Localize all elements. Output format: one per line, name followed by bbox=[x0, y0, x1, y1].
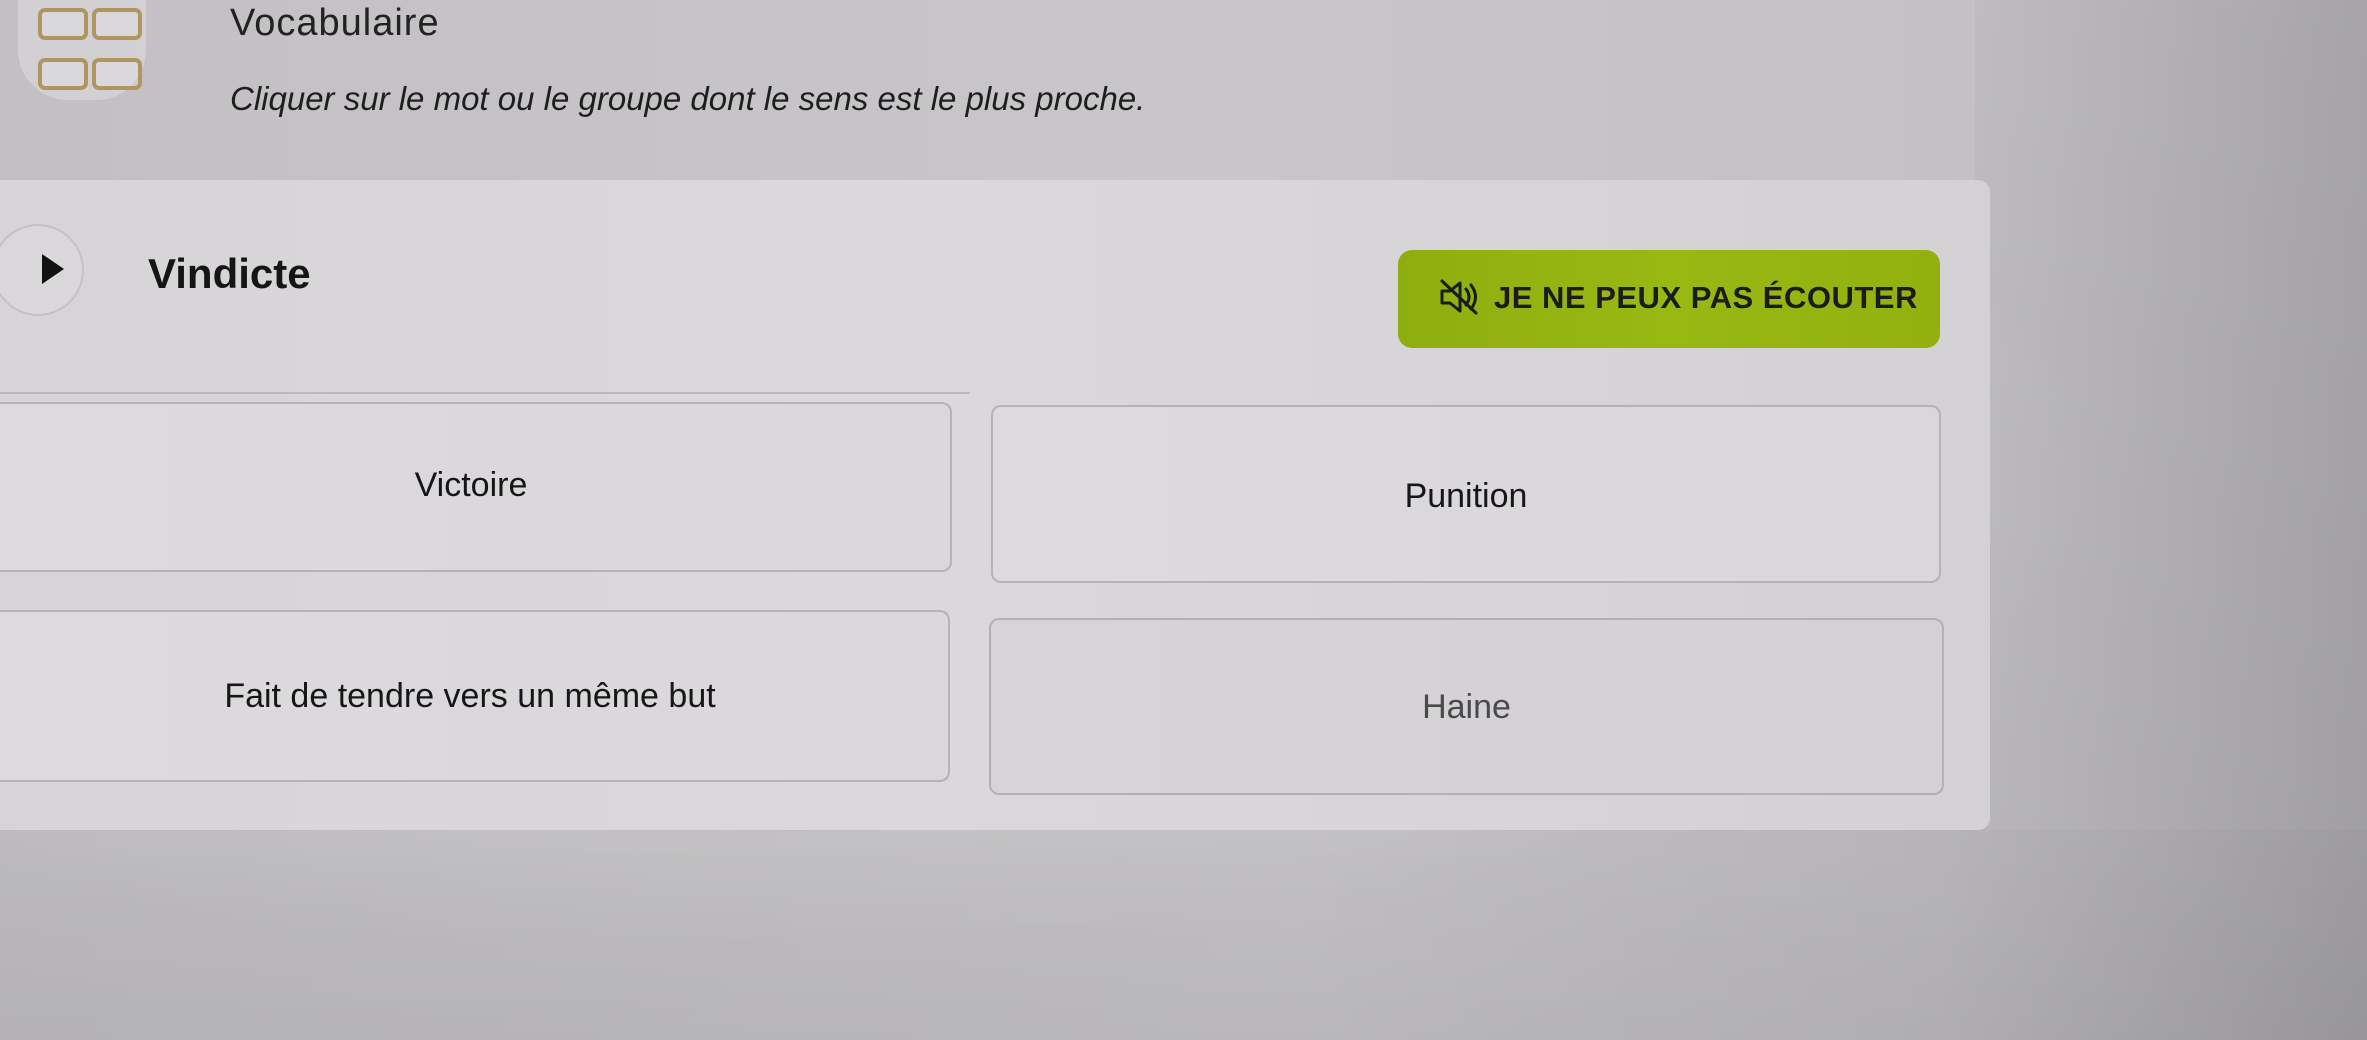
play-audio-button[interactable] bbox=[0, 226, 82, 314]
exercise-header: Vocabulaire Cliquer sur le mot ou le gro… bbox=[0, 0, 1975, 195]
question-card: Vindicte JE NE PEUX PAS ÉCOUTER Victoire… bbox=[0, 180, 1990, 830]
question-word: Vindicte bbox=[148, 250, 311, 297]
answer-option-label: Fait de tendre vers un même but bbox=[224, 677, 716, 715]
answer-option-haine[interactable]: Haine bbox=[989, 618, 1944, 795]
grid-cell-icon bbox=[92, 8, 142, 40]
speaker-muted-icon bbox=[1440, 279, 1478, 315]
cant-listen-label: JE NE PEUX PAS ÉCOUTER bbox=[1494, 280, 1918, 315]
answer-option-label: Haine bbox=[1422, 688, 1511, 726]
answer-option-fait-de-tendre[interactable]: Fait de tendre vers un même but bbox=[0, 610, 950, 782]
answer-option-punition[interactable]: Punition bbox=[991, 405, 1941, 583]
play-icon bbox=[42, 254, 64, 284]
cant-listen-button[interactable]: JE NE PEUX PAS ÉCOUTER bbox=[1398, 250, 1940, 348]
grid-cell-icon bbox=[38, 8, 88, 40]
answer-option-label: Punition bbox=[1404, 477, 1528, 515]
vocabulary-grid-icon bbox=[18, 0, 146, 100]
answer-option-victoire[interactable]: Victoire bbox=[0, 402, 952, 572]
grid-cell-icon bbox=[38, 58, 88, 90]
question-divider bbox=[0, 392, 970, 394]
exercise-instruction: Cliquer sur le mot ou le groupe dont le … bbox=[230, 80, 1146, 117]
section-title: Vocabulaire bbox=[230, 2, 440, 44]
page-bottom-area bbox=[0, 830, 2367, 1040]
grid-cell-icon bbox=[92, 58, 142, 90]
answer-option-label: Victoire bbox=[414, 466, 528, 504]
